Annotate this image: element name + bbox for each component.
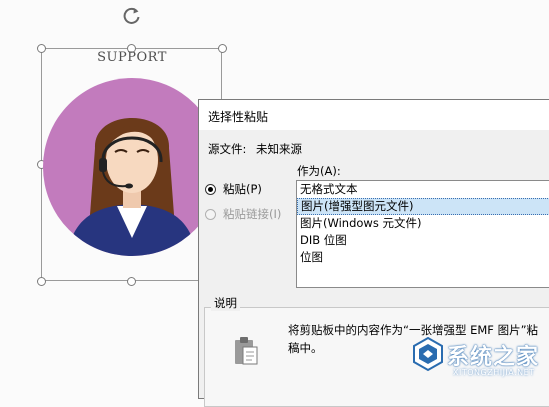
clipboard-icon	[235, 337, 258, 365]
radio-paste-indicator[interactable]	[205, 183, 216, 195]
resize-handle-top-left[interactable]	[37, 44, 46, 53]
rotate-handle-icon[interactable]	[121, 5, 143, 27]
watermark-text-cn: 系统之家	[447, 345, 540, 370]
radio-paste-link: 粘贴链接(I)	[205, 206, 281, 222]
format-item-plain-text[interactable]: 无格式文本	[297, 181, 549, 198]
format-item-enhanced-metafile[interactable]: 图片(增强型图元文件)	[297, 198, 549, 215]
radio-paste-label[interactable]: 粘贴(P)	[223, 181, 262, 197]
format-listbox[interactable]: 无格式文本 图片(增强型图元文件) 图片(Windows 元文件) DIB 位图…	[296, 180, 549, 288]
resize-handle-bottom[interactable]	[127, 277, 136, 286]
support-agent-image[interactable]	[43, 78, 221, 256]
format-item-bitmap[interactable]: 位图	[297, 249, 549, 266]
watermark-logo-icon	[413, 336, 443, 372]
dialog-title: 选择性粘贴	[208, 110, 269, 124]
resize-handle-top-right[interactable]	[218, 44, 227, 53]
description-label: 说明	[211, 295, 240, 311]
radio-paste-link-indicator	[205, 208, 216, 220]
resize-handle-bottom-left[interactable]	[37, 277, 46, 286]
radio-paste-link-label: 粘贴链接(I)	[223, 207, 282, 221]
source-value: 未知来源	[256, 142, 302, 156]
dialog-titlebar[interactable]: 选择性粘贴	[199, 100, 549, 130]
source-label: 源文件:	[208, 142, 247, 156]
format-item-dib-bitmap[interactable]: DIB 位图	[297, 232, 549, 249]
format-item-windows-metafile[interactable]: 图片(Windows 元文件)	[297, 215, 549, 232]
paste-as-label: 作为(A):	[297, 164, 341, 178]
support-heading: SUPPORT	[97, 50, 167, 65]
watermark: 系统之家 XITONGZHIJIA.NET	[409, 335, 549, 385]
radio-paste[interactable]: 粘贴(P)	[205, 181, 262, 197]
watermark-text-en: XITONGZHIJIA.NET	[453, 368, 535, 377]
